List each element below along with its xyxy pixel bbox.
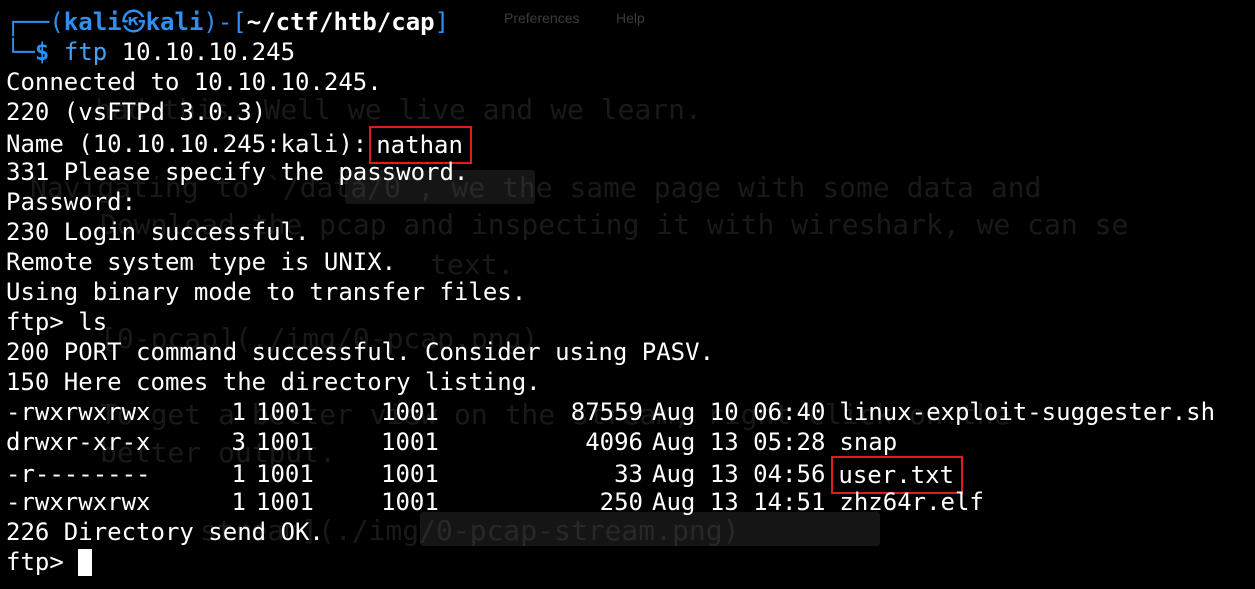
listing-row: drwxr-xr-x 3 1001 1001 4096 Aug 13 05:28 snap [6, 427, 1255, 457]
file-links: 1 [231, 488, 246, 516]
prompt-header: ┌──(kali㉿kali)-[~/ctf/htb/cap] [6, 7, 1255, 37]
prompt-corner: ┌──( [6, 8, 64, 36]
file-links: 1 [231, 460, 246, 488]
file-owner: 1001 [256, 460, 314, 488]
file-owner: 1001 [256, 488, 314, 516]
text-cursor[interactable] [78, 548, 93, 576]
prompt-user: kali [63, 8, 122, 36]
output-binary-mode: Using binary mode to transfer files. [6, 278, 527, 306]
output-port-ok: 200 PORT command successful. Consider us… [6, 338, 715, 366]
output-login-ok: 230 Login successful. [6, 218, 310, 246]
file-group: 1001 [381, 488, 439, 516]
listing-row: -rwxrwxrwx 1 1001 1001 250 Aug 13 14:51 zhz64r… [6, 487, 1255, 517]
output-listing-end: 226 Directory send OK. [6, 518, 324, 546]
file-group: 1001 [381, 428, 439, 456]
file-owner: 1001 [256, 398, 314, 426]
prompt-host: kali [145, 8, 204, 36]
file-date: Aug 13 05:28 [652, 428, 826, 456]
kali-dragon-icon: ㉿ [121, 8, 146, 36]
file-size: 250 [599, 488, 643, 516]
file-links: 1 [231, 398, 246, 426]
name-prompt: Name (10.10.10.245:kali): [6, 130, 368, 158]
file-size: 33 [614, 460, 643, 488]
file-group: 1001 [381, 460, 439, 488]
terminal-window[interactable]: Preferences Help had this. Well we live … [0, 0, 1255, 589]
file-name: snap [839, 428, 898, 456]
file-owner: 1001 [256, 428, 314, 456]
file-group: 1001 [381, 398, 439, 426]
file-name: zhz64r.elf [839, 488, 984, 516]
file-perms: -rwxrwxrwx [6, 488, 151, 516]
output-listing-start: 150 Here comes the directory listing. [6, 368, 541, 396]
file-name-wrap: user.txt [825, 456, 963, 494]
file-date: Aug 10 06:40 [652, 398, 826, 426]
command-name: ftp [63, 38, 108, 66]
file-date: Aug 13 04:56 [652, 460, 826, 488]
prompt-separator: )-[ [203, 8, 247, 36]
ftp-prompt: ftp> [6, 308, 64, 336]
final-prompt-line[interactable]: ftp> [6, 547, 1255, 577]
command-argument: 10.10.10.245 [121, 38, 296, 66]
command-line: └─$ ftp 10.10.10.245 [6, 37, 1255, 67]
name-prompt-line: Name (10.10.10.245:kali): nathan [6, 126, 1255, 164]
file-perms: drwxr-xr-x [6, 428, 151, 456]
file-links: 3 [231, 428, 246, 456]
file-size: 87559 [570, 398, 643, 426]
prompt-symbol: $ [34, 38, 50, 66]
output-password-prompt: Password: [6, 188, 137, 216]
listing-row: -rwxrwxrwx 1 1001 1001 87559 Aug 10 06:40 linu… [6, 397, 1255, 427]
ftp-prompt: ftp> [6, 548, 64, 576]
file-date: Aug 13 14:51 [652, 488, 826, 516]
file-size: 4096 [585, 428, 643, 456]
listing-row: -r-------- 1 1001 1001 33 Aug 13 04:56 user.tx… [6, 456, 1255, 494]
prompt-bracket-close: ] [434, 8, 450, 36]
ls-command: ls [78, 308, 108, 336]
ls-command-line: ftp> ls [6, 307, 1255, 337]
output-banner: 220 (vsFTPd 3.0.3) [6, 98, 267, 126]
prompt-corner-bottom: └─ [6, 38, 35, 66]
output-password-request: 331 Please specify the password. [6, 158, 469, 186]
file-perms: -rwxrwxrwx [6, 398, 151, 426]
file-perms: -r-------- [6, 460, 151, 488]
terminal-output: ┌──(kali㉿kali)-[~/ctf/htb/cap] └─$ ftp 1… [6, 7, 1255, 577]
prompt-cwd: ~/ctf/htb/cap [246, 8, 435, 36]
output-system-type: Remote system type is UNIX. [6, 248, 397, 276]
file-name: linux-exploit-suggester.sh [839, 398, 1216, 426]
output-connected: Connected to 10.10.10.245. [6, 68, 382, 96]
